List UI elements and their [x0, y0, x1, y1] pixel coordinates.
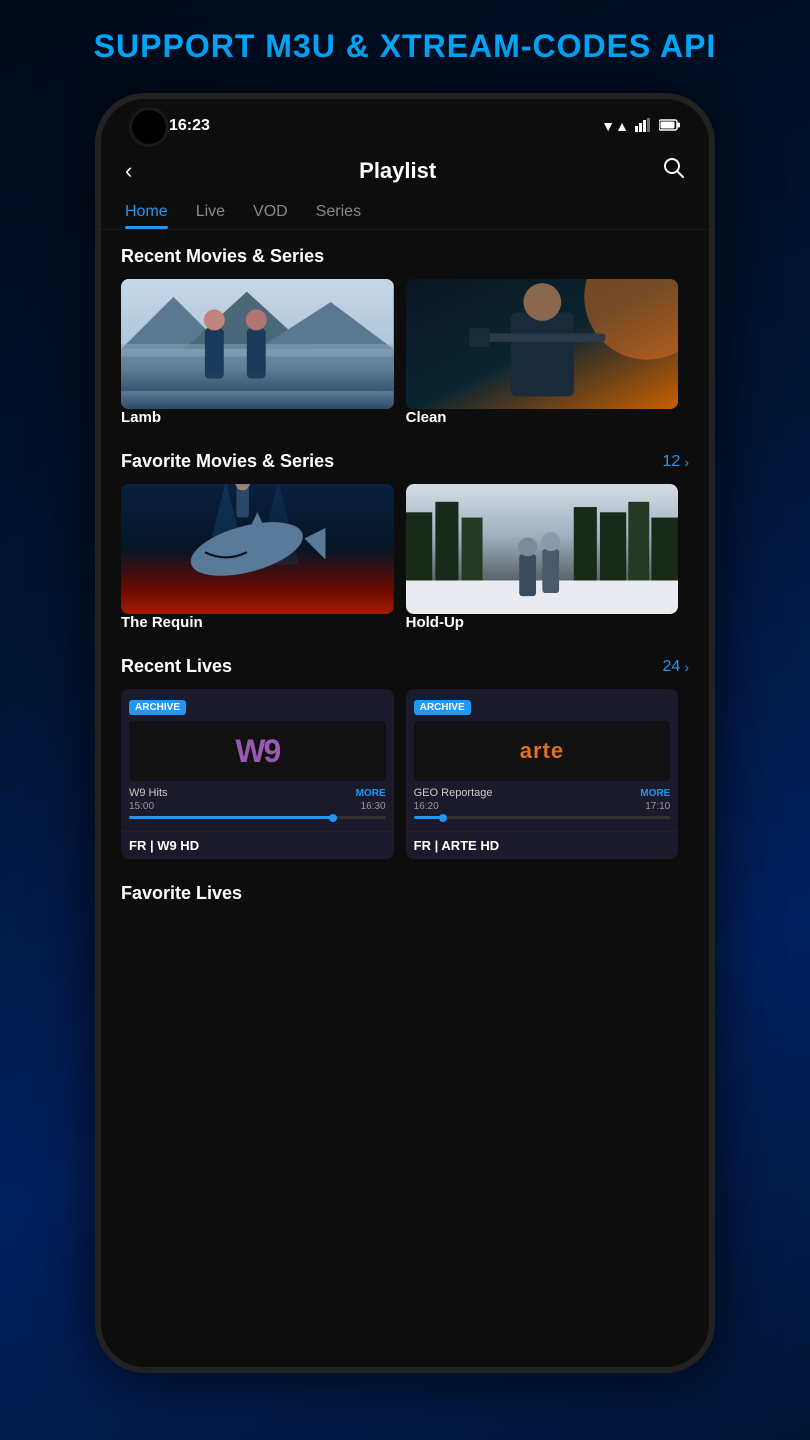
page-header: SUPPORT M3U & XTREAM-CODES API	[0, 0, 810, 83]
arte-channel-name: FR | ARTE HD	[406, 831, 679, 859]
movie-card-clean[interactable]: Clean	[406, 279, 679, 427]
lamb-thumbnail	[121, 279, 394, 409]
arte-archive-badge: ARCHIVE	[414, 700, 471, 715]
phone-wrapper: 16:23 ▼▲	[95, 93, 715, 1373]
camera-bump	[129, 107, 169, 147]
favorite-lives-title: Favorite Lives	[121, 883, 242, 903]
w9-progress-bar	[129, 816, 386, 819]
page-header-title: SUPPORT M3U & XTREAM-CODES API	[94, 28, 717, 64]
w9-program-name: W9 Hits	[129, 787, 168, 799]
holdup-thumbnail	[406, 484, 679, 614]
arte-progress-bar	[414, 816, 671, 819]
tab-live[interactable]: Live	[196, 203, 225, 229]
battery-icon	[659, 118, 681, 134]
lamb-title: Lamb	[121, 409, 161, 426]
search-button[interactable]	[663, 157, 685, 185]
arte-program-times: 16:20 17:10	[414, 801, 671, 812]
w9-logo-area: W9	[129, 721, 386, 781]
arte-more-btn[interactable]: MORE	[640, 788, 670, 799]
w9-card-inner: ARCHIVE W9 W9 Hits MORE 15:00 16:30	[121, 689, 394, 831]
fav-count-chevron: ›	[684, 454, 689, 470]
w9-channel-name: FR | W9 HD	[121, 831, 394, 859]
tab-home[interactable]: Home	[125, 203, 168, 229]
live-card-w9[interactable]: ARCHIVE W9 W9 Hits MORE 15:00 16:30	[121, 689, 394, 859]
tab-vod[interactable]: VOD	[253, 203, 288, 229]
status-time: 16:23	[169, 117, 210, 135]
w9-archive-badge: ARCHIVE	[129, 700, 186, 715]
arte-end-time: 17:10	[645, 801, 670, 812]
favorite-movies-row: The Requin	[121, 484, 689, 632]
clean-title: Clean	[406, 409, 447, 426]
tabs-bar: Home Live VOD Series	[101, 195, 709, 230]
wifi-icon: ▼▲	[601, 118, 629, 134]
movie-card-requin[interactable]: The Requin	[121, 484, 394, 632]
requin-title: The Requin	[121, 614, 203, 631]
w9-program-info: W9 Hits MORE	[129, 787, 386, 799]
lives-count-number: 24	[663, 658, 681, 676]
recent-movies-row: Lamb	[121, 279, 689, 427]
arte-program-name: GEO Reportage	[414, 787, 493, 799]
tab-series[interactable]: Series	[316, 203, 361, 229]
favorite-movies-count[interactable]: 12 ›	[663, 453, 689, 471]
recent-lives-title: Recent Lives	[121, 656, 232, 677]
arte-start-time: 16:20	[414, 801, 439, 812]
app-title: Playlist	[359, 158, 436, 184]
status-bar: 16:23 ▼▲	[101, 99, 709, 147]
holdup-title: Hold-Up	[406, 614, 464, 631]
arte-program-info: GEO Reportage MORE	[414, 787, 671, 799]
w9-more-btn[interactable]: MORE	[356, 788, 386, 799]
content-scroll[interactable]: Recent Movies & Series	[101, 230, 709, 1367]
arte-card-inner: ARCHIVE arte GEO Reportage MORE 16:20 17…	[406, 689, 679, 831]
w9-start-time: 15:00	[129, 801, 154, 812]
recent-movies-section: Recent Movies & Series	[101, 230, 709, 435]
arte-logo-area: arte	[414, 721, 671, 781]
favorite-movies-section: Favorite Movies & Series 12 ›	[101, 435, 709, 640]
w9-progress-fill	[129, 816, 334, 819]
live-channels-row: ARCHIVE W9 W9 Hits MORE 15:00 16:30	[121, 689, 689, 859]
fav-count-number: 12	[663, 453, 681, 471]
phone-screen: 16:23 ▼▲	[101, 99, 709, 1367]
favorite-movies-header: Favorite Movies & Series 12 ›	[121, 451, 689, 472]
back-button[interactable]: ‹	[125, 158, 132, 184]
w9-logo: W9	[235, 733, 279, 770]
favorite-movies-title: Favorite Movies & Series	[121, 451, 334, 472]
requin-thumbnail	[121, 484, 394, 614]
clean-thumbnail	[406, 279, 679, 409]
status-icons: ▼▲	[601, 118, 681, 135]
arte-logo: arte	[520, 738, 564, 764]
lives-count-chevron: ›	[684, 659, 689, 675]
app-header: ‹ Playlist	[101, 147, 709, 195]
recent-lives-section: Recent Lives 24 › ARCHIVE W9	[101, 640, 709, 867]
movie-card-holdup[interactable]: Hold-Up	[406, 484, 679, 632]
arte-progress-dot	[439, 814, 447, 822]
recent-lives-count[interactable]: 24 ›	[663, 658, 689, 676]
w9-end-time: 16:30	[361, 801, 386, 812]
signal-icon	[635, 118, 653, 135]
live-card-arte[interactable]: ARCHIVE arte GEO Reportage MORE 16:20 17…	[406, 689, 679, 859]
recent-lives-header: Recent Lives 24 ›	[121, 656, 689, 677]
w9-program-times: 15:00 16:30	[129, 801, 386, 812]
w9-progress-dot	[329, 814, 337, 822]
favorite-lives-section: Favorite Lives	[101, 867, 709, 912]
movie-card-lamb[interactable]: Lamb	[121, 279, 394, 427]
recent-movies-title: Recent Movies & Series	[121, 246, 324, 267]
recent-movies-header: Recent Movies & Series	[121, 246, 689, 267]
